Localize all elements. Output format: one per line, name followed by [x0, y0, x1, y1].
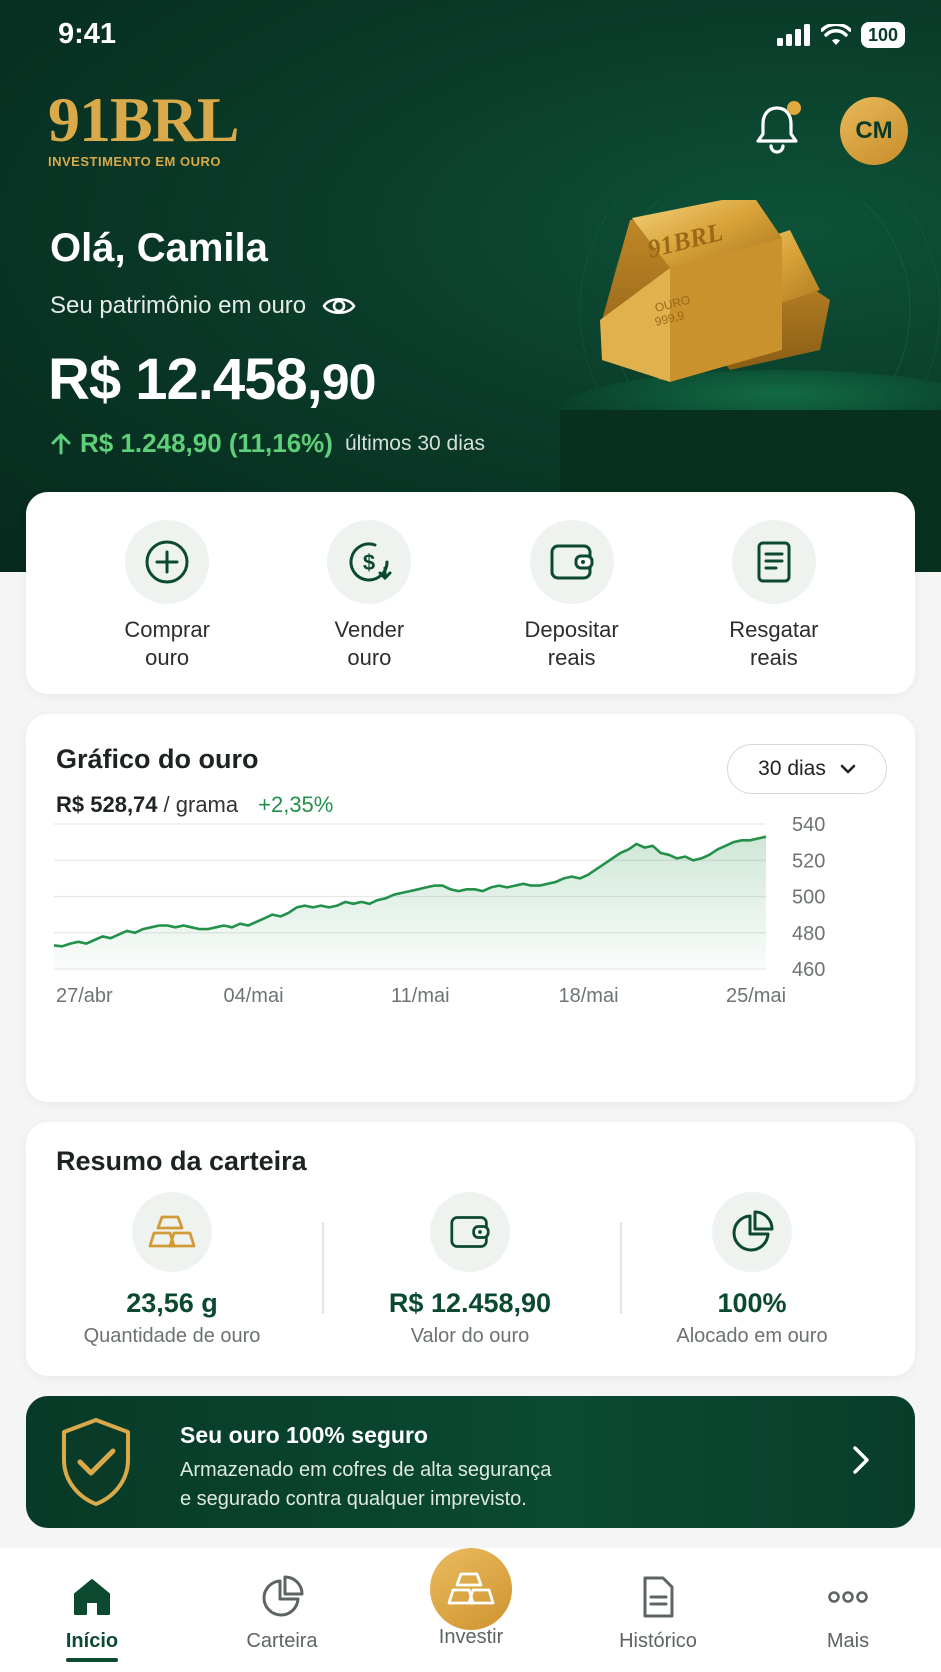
status-time: 9:41	[58, 18, 117, 50]
nav-item-mais[interactable]: Mais	[778, 1572, 918, 1653]
balance-cents: 90	[321, 354, 377, 410]
variation-period: últimos 30 dias	[344, 431, 486, 455]
balance-main: R$ 12.458,	[48, 347, 323, 412]
status-icons: 100	[776, 22, 905, 48]
arrow-up-icon	[51, 433, 71, 454]
brand-tagline: INVESTIMENTO EM OURO	[48, 154, 221, 169]
home-icon	[74, 1579, 110, 1615]
action-label: Depositar reais	[524, 617, 619, 670]
wallet-icon	[450, 1216, 490, 1248]
summary-icon-wrap	[132, 1192, 212, 1272]
summary-value-value: R$ 12.458,90	[388, 1288, 552, 1318]
chevron-down-icon	[840, 764, 856, 774]
patrimonio-text: Seu patrimônio em ouro	[50, 292, 307, 319]
y-tick-label: 540	[792, 814, 825, 836]
patrimonio-label: Seu patrimônio em ouro	[50, 292, 356, 320]
summary-quantity-value: 23,56 g	[126, 1288, 218, 1318]
nav-label-investir: Investir	[438, 1626, 504, 1648]
x-tick-label: 27/abr	[56, 985, 113, 1007]
y-tick-label: 500	[792, 887, 825, 909]
withdraw-reais-button[interactable]: Resgatar reais	[694, 520, 854, 694]
invest-button[interactable]	[430, 1548, 512, 1630]
action-icon-wrap	[125, 520, 210, 604]
nav-item-carteira[interactable]: Carteira	[212, 1572, 352, 1653]
wifi-icon	[820, 24, 851, 45]
brand-logo: 91BRL INVESTIMENTO EM OURO	[48, 84, 240, 170]
gold-bars-icon	[148, 1215, 196, 1248]
summary-allocation-caption: Alocado em ouro	[676, 1325, 828, 1347]
nav-label: Histórico	[619, 1630, 697, 1652]
gold-price-chart[interactable]: 540 520 500 480 460 27/abr 04/mai 11/mai 18/mai 2…	[26, 814, 915, 1054]
signal-icon	[776, 24, 810, 46]
summary-item-value: R$ 12.458,90 Valor do ouro	[330, 1192, 610, 1348]
x-tick-label: 18/mai	[559, 985, 619, 1007]
gold-bars-icon	[447, 1572, 495, 1605]
y-tick-label: 520	[792, 850, 825, 872]
document-icon	[757, 541, 791, 583]
summary-allocation-value: 100%	[717, 1288, 787, 1318]
balance-value: R$ 12.458,90	[48, 346, 377, 413]
nav-item-historico[interactable]: Histórico	[588, 1572, 728, 1653]
nav-active-indicator	[66, 1658, 118, 1662]
buy-gold-button[interactable]: Comprar ouro	[87, 520, 247, 694]
quick-actions: Comprar ouro $ Vender ouro Depositar reais …	[26, 492, 915, 694]
bell-icon[interactable]	[752, 100, 802, 156]
security-title: Seu ouro 100% seguro	[180, 1422, 428, 1448]
portfolio-summary: Resumo da carteira 23,56 g Quantidade de…	[26, 1122, 915, 1376]
plus-circle-icon	[145, 540, 189, 584]
svg-text:$: $	[363, 550, 375, 575]
security-banner[interactable]: Seu ouro 100% seguro Armazenado em cofre…	[26, 1396, 915, 1528]
summary-value-caption: Valor do ouro	[410, 1325, 530, 1347]
greeting: Olá, Camila	[50, 226, 268, 270]
hero-header: 9:41 100 91BRL INVESTIMENTO EM OURO CM O…	[0, 0, 941, 572]
gold-chart-card: Gráfico do ouro R$ 528,74 / grama +2,35%…	[26, 714, 915, 1102]
avatar[interactable]: CM	[840, 97, 908, 165]
nav-item-inicio[interactable]: Início	[22, 1572, 162, 1653]
shield-check-icon	[62, 1418, 130, 1506]
summary-quantity-caption: Quantidade de ouro	[83, 1325, 261, 1347]
action-icon-wrap	[529, 520, 614, 604]
x-tick-label: 11/mai	[391, 985, 450, 1007]
y-tick-label: 480	[792, 923, 825, 945]
chevron-right-icon	[853, 1446, 869, 1474]
security-text: Armazenado em cofres de alta segurança e …	[180, 1459, 552, 1510]
y-tick-label: 460	[792, 959, 825, 981]
eye-icon[interactable]	[322, 294, 356, 318]
action-label: Vender ouro	[334, 617, 405, 670]
brand-name: 91BRL	[48, 84, 240, 155]
summary-item-allocation: 100% Alocado em ouro	[612, 1192, 892, 1348]
chart-title: Gráfico do ouro	[56, 744, 259, 774]
variation-value: R$ 1.248,90 (11,16%)	[80, 428, 333, 458]
summary-divider	[322, 1222, 324, 1314]
dollar-exchange-icon: $	[349, 542, 392, 582]
action-label: Comprar ouro	[124, 617, 210, 670]
summary-title: Resumo da carteira	[56, 1146, 307, 1176]
action-label: Resgatar reais	[729, 617, 819, 670]
sell-gold-button[interactable]: $ Vender ouro	[289, 520, 449, 694]
pie-chart-icon	[262, 1575, 304, 1617]
deposit-reais-button[interactable]: Depositar reais	[492, 520, 652, 694]
action-icon-wrap	[731, 520, 816, 604]
battery-icon: 100	[860, 22, 905, 48]
period-value: 30 dias	[758, 757, 826, 780]
pie-chart-icon	[732, 1210, 774, 1252]
nav-label: Carteira	[246, 1630, 318, 1652]
summary-item-quantity: 23,56 g Quantidade de ouro	[32, 1192, 312, 1348]
status-bar: 9:41 100	[0, 18, 941, 54]
summary-icon-wrap	[712, 1192, 792, 1272]
more-icon	[828, 1591, 868, 1603]
action-icon-wrap: $	[327, 520, 412, 604]
summary-icon-wrap	[430, 1192, 510, 1272]
chart-area-fill	[54, 836, 766, 969]
period-select[interactable]: 30 dias	[727, 744, 887, 794]
balance-variation: R$ 1.248,90 (11,16%) últimos 30 dias	[50, 428, 485, 459]
nav-label: Mais	[826, 1630, 870, 1652]
wallet-icon	[550, 544, 594, 580]
x-tick-label: 25/mai	[726, 985, 786, 1007]
x-tick-label: 04/mai	[224, 985, 284, 1007]
nav-label: Início	[65, 1630, 119, 1652]
document-icon	[643, 1576, 674, 1618]
